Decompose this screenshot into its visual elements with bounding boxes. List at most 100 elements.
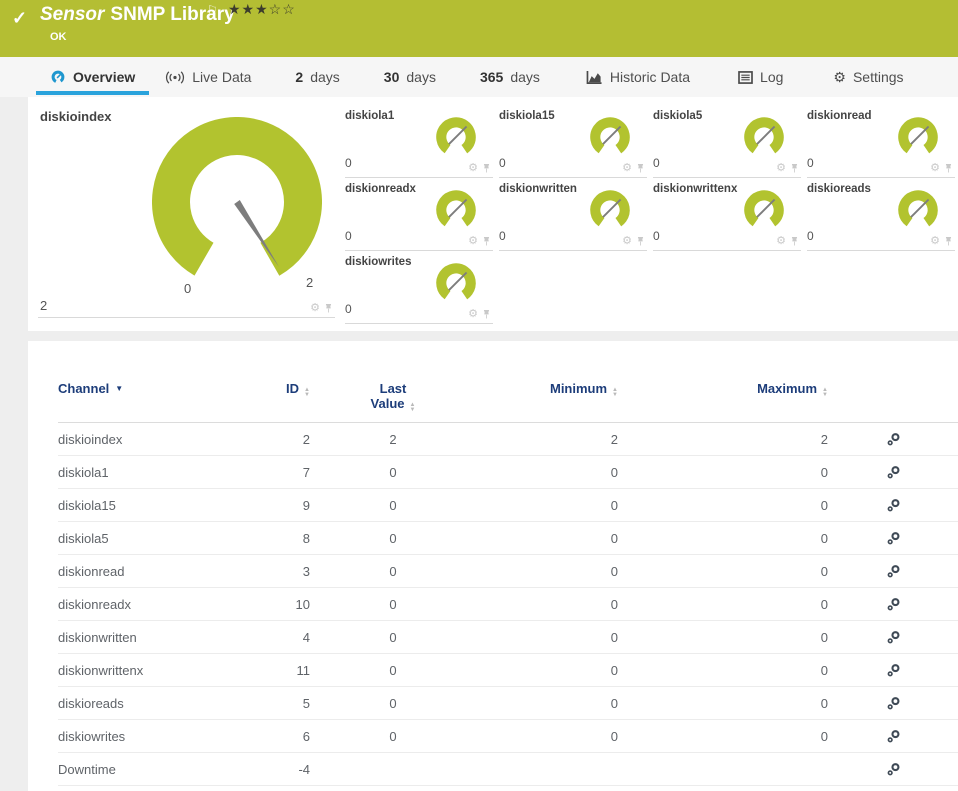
gear-icon[interactable]: ⚙ bbox=[310, 303, 320, 314]
tab-log[interactable]: Log bbox=[738, 57, 783, 97]
pin-icon[interactable] bbox=[636, 163, 645, 174]
gear-icon[interactable]: ⚙ bbox=[468, 309, 478, 320]
column-header-id[interactable]: ID ▲ ▼ bbox=[218, 381, 310, 423]
gear-icon[interactable]: ⚙ bbox=[622, 236, 632, 247]
column-header-maximum[interactable]: Maximum ▲ ▼ bbox=[618, 381, 828, 423]
pin-icon[interactable] bbox=[790, 163, 799, 174]
gauge-panel-diskioindex: diskioindex 0 2 2 ⚙ bbox=[38, 105, 335, 318]
pin-icon[interactable] bbox=[324, 303, 333, 314]
gauge-icon bbox=[50, 69, 66, 85]
pin-icon[interactable] bbox=[944, 236, 953, 247]
gauge-chart[interactable] bbox=[741, 188, 787, 234]
priority-stars[interactable]: ★★★☆☆ bbox=[228, 1, 296, 18]
channel-last-value bbox=[310, 753, 476, 786]
tab-settings[interactable]: ⚙ Settings bbox=[833, 57, 903, 97]
historic-chart-icon bbox=[586, 70, 603, 85]
column-header-last-value[interactable]: Last Value ▲ ▼ bbox=[310, 381, 476, 423]
channel-maximum: 0 bbox=[820, 464, 828, 480]
gear-icon[interactable]: ⚙ bbox=[776, 163, 786, 174]
channel-settings-gears-icon[interactable] bbox=[885, 530, 902, 547]
channel-settings-gears-icon[interactable] bbox=[885, 761, 902, 778]
tab-overview[interactable]: Overview bbox=[36, 57, 150, 97]
sensor-status-banner: ✓ Sensor SNMP Library ⚐ ★★★☆☆ OK bbox=[0, 0, 958, 57]
gauge-panel-actions: ⚙ bbox=[930, 236, 953, 247]
gauge-panel-diskiola15: diskiola15 0 ⚙ bbox=[499, 106, 647, 178]
channel-settings-gears-icon[interactable] bbox=[885, 629, 902, 646]
channel-settings-gears-icon[interactable] bbox=[885, 563, 902, 580]
channel-minimum: 0 bbox=[610, 629, 618, 645]
table-row: diskiowrites 6 0 0 0 bbox=[58, 720, 958, 753]
pin-icon[interactable] bbox=[790, 236, 799, 247]
gauge-chart[interactable] bbox=[433, 261, 479, 307]
channel-settings-gears-icon[interactable] bbox=[885, 596, 902, 613]
column-label-line2: Value ▲ ▼ bbox=[370, 396, 416, 413]
gear-icon[interactable]: ⚙ bbox=[930, 163, 940, 174]
table-row: Downtime -4 bbox=[58, 753, 958, 786]
gear-icon[interactable]: ⚙ bbox=[930, 236, 940, 247]
channel-settings-gears-icon[interactable] bbox=[885, 464, 902, 481]
gauge-chart[interactable] bbox=[741, 115, 787, 161]
pin-icon[interactable] bbox=[636, 236, 645, 247]
pin-icon[interactable] bbox=[482, 163, 491, 174]
channel-maximum: 0 bbox=[820, 662, 828, 678]
channel-maximum: 2 bbox=[820, 431, 828, 447]
table-row: diskionwrittenx 11 0 0 0 bbox=[58, 654, 958, 687]
gauge-panel-actions: ⚙ bbox=[468, 236, 491, 247]
sort-icon: ▲ ▼ bbox=[612, 387, 618, 398]
gear-icon[interactable]: ⚙ bbox=[622, 163, 632, 174]
channel-maximum: 0 bbox=[820, 695, 828, 711]
channels-card: Channel ▼ ID ▲ ▼ Last Value ▲ ▼ Minimum ▲ ▼ Maxi… bbox=[28, 341, 958, 791]
tab-historic-data[interactable]: Historic Data bbox=[586, 57, 690, 97]
gear-icon[interactable]: ⚙ bbox=[468, 236, 478, 247]
ok-check-icon: ✓ bbox=[12, 8, 28, 28]
gauges-card: diskioindex 0 2 2 ⚙ diskiola1 0 ⚙ diskio… bbox=[28, 97, 958, 331]
pin-icon[interactable] bbox=[482, 309, 491, 320]
gauge-value: 0 bbox=[345, 302, 352, 316]
channel-minimum: 0 bbox=[610, 728, 618, 744]
channel-maximum bbox=[618, 753, 828, 786]
sort-icon: ▲ ▼ bbox=[409, 402, 416, 413]
gauge-panel-actions: ⚙ bbox=[310, 303, 333, 314]
active-tab-underline bbox=[36, 91, 150, 95]
channel-last-value: 0 bbox=[389, 464, 397, 480]
channel-settings-gears-icon[interactable] bbox=[885, 497, 902, 514]
tab-2-days[interactable]: 2 days bbox=[295, 57, 339, 97]
gear-icon: ⚙ bbox=[833, 69, 846, 85]
gauge-title: diskiola1 bbox=[345, 110, 395, 122]
flag-icon[interactable]: ⚐ bbox=[207, 3, 218, 17]
gauge-panel-actions: ⚙ bbox=[930, 163, 953, 174]
channel-minimum: 0 bbox=[610, 530, 618, 546]
tab-live-data[interactable]: Live Data bbox=[165, 57, 251, 97]
channel-settings-gears-icon[interactable] bbox=[885, 431, 902, 448]
gauge-chart[interactable] bbox=[152, 117, 322, 287]
pin-icon[interactable] bbox=[482, 236, 491, 247]
tab-2-days-label: days bbox=[310, 69, 340, 85]
channel-last-value: 0 bbox=[389, 596, 397, 612]
table-row: diskionreadx 10 0 0 0 bbox=[58, 588, 958, 621]
gauge-chart[interactable] bbox=[587, 188, 633, 234]
tab-live-data-label: Live Data bbox=[192, 69, 252, 85]
gauge-chart[interactable] bbox=[895, 188, 941, 234]
gauge-chart[interactable] bbox=[433, 188, 479, 234]
column-header-channel[interactable]: Channel ▼ bbox=[58, 381, 218, 423]
gauge-chart[interactable] bbox=[587, 115, 633, 161]
channel-name: diskiola1 bbox=[58, 464, 109, 480]
gauge-panel-actions: ⚙ bbox=[468, 309, 491, 320]
tab-30-days[interactable]: 30 days bbox=[384, 57, 436, 97]
gauge-title: diskiowrites bbox=[345, 256, 412, 268]
gauge-chart[interactable] bbox=[895, 115, 941, 161]
channel-id: 10 bbox=[295, 596, 310, 612]
gauge-chart[interactable] bbox=[433, 115, 479, 161]
gauge-panel-diskiola5: diskiola5 0 ⚙ bbox=[653, 106, 801, 178]
channel-settings-gears-icon[interactable] bbox=[885, 728, 902, 745]
tab-365-days[interactable]: 365 days bbox=[480, 57, 540, 97]
column-header-minimum[interactable]: Minimum ▲ ▼ bbox=[476, 381, 618, 423]
gauge-value: 0 bbox=[653, 229, 660, 243]
gear-icon[interactable]: ⚙ bbox=[468, 163, 478, 174]
pin-icon[interactable] bbox=[944, 163, 953, 174]
gauge-value: 0 bbox=[499, 156, 506, 170]
channel-id: 9 bbox=[302, 497, 310, 513]
gear-icon[interactable]: ⚙ bbox=[776, 236, 786, 247]
channel-settings-gears-icon[interactable] bbox=[885, 662, 902, 679]
channel-settings-gears-icon[interactable] bbox=[885, 695, 902, 712]
